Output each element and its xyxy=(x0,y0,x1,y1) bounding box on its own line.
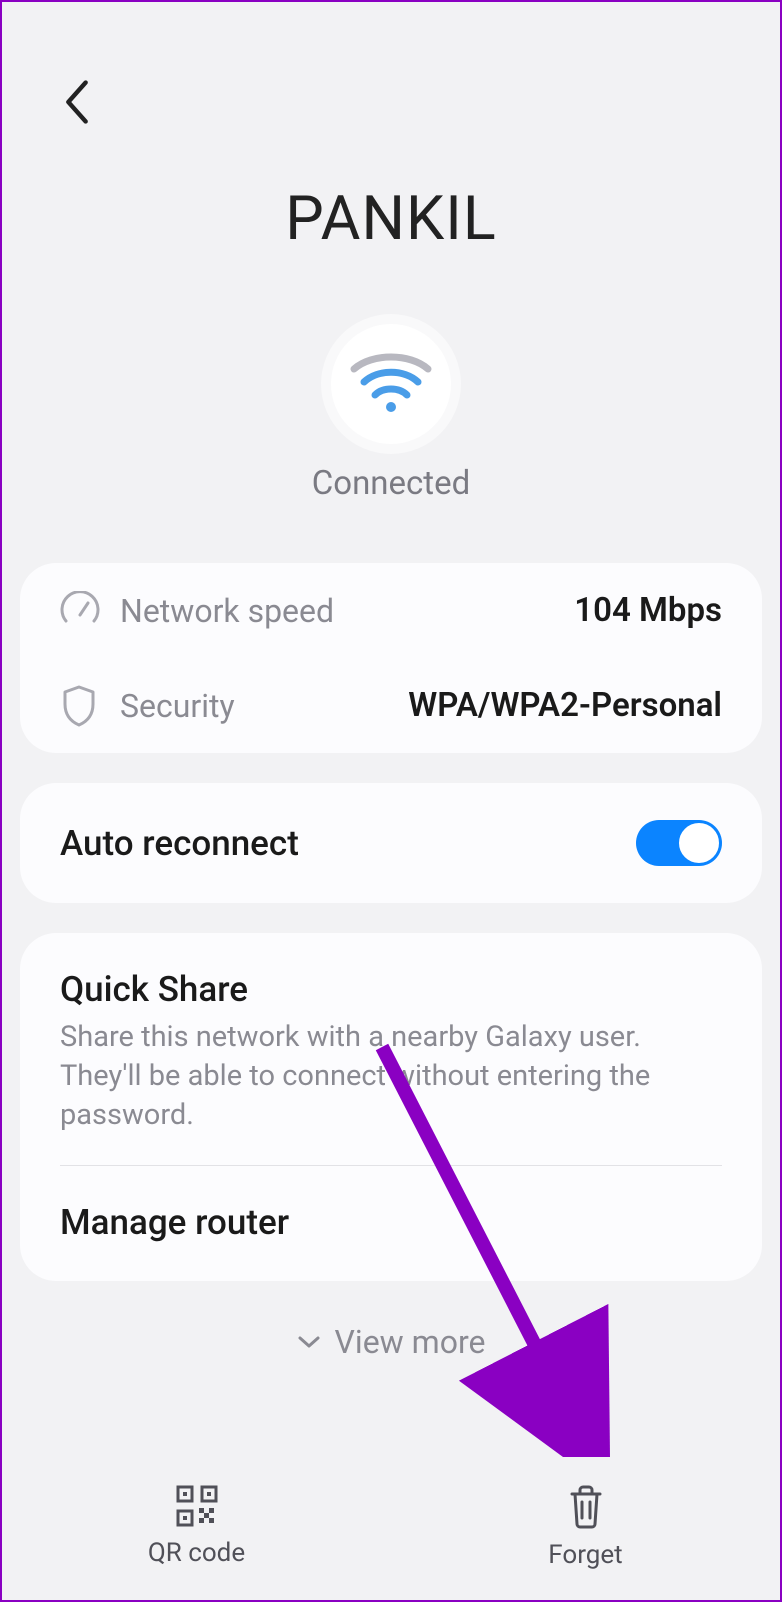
wifi-icon xyxy=(348,349,434,419)
bottom-bar: QR code Forget xyxy=(2,1484,780,1570)
network-info-card: Network speed 104 Mbps Security WPA/WPA2… xyxy=(20,563,762,753)
auto-reconnect-toggle[interactable] xyxy=(636,820,722,866)
qr-code-button[interactable]: QR code xyxy=(2,1484,391,1570)
chevron-down-icon xyxy=(297,1334,321,1350)
auto-reconnect-label: Auto reconnect xyxy=(60,823,299,864)
manage-router-item[interactable]: Manage router xyxy=(60,1166,722,1281)
back-button[interactable] xyxy=(52,72,102,132)
speedometer-icon xyxy=(60,591,100,631)
toggle-thumb xyxy=(678,822,720,864)
quick-share-desc: Share this network with a nearby Galaxy … xyxy=(60,1018,722,1135)
network-speed-label: Network speed xyxy=(120,592,334,630)
auto-reconnect-row[interactable]: Auto reconnect xyxy=(60,783,722,903)
forget-label: Forget xyxy=(548,1540,622,1570)
forget-button[interactable]: Forget xyxy=(391,1484,780,1570)
qr-code-icon xyxy=(175,1484,219,1528)
trash-icon xyxy=(566,1484,606,1530)
network-speed-row: Network speed 104 Mbps xyxy=(60,563,722,658)
actions-card: Quick Share Share this network with a ne… xyxy=(20,933,762,1281)
chevron-left-icon xyxy=(64,80,90,124)
manage-router-title: Manage router xyxy=(60,1202,722,1243)
auto-reconnect-card: Auto reconnect xyxy=(20,783,762,903)
security-value: WPA/WPA2-Personal xyxy=(408,686,722,725)
quick-share-title: Quick Share xyxy=(60,969,722,1010)
wifi-status-icon-wrap xyxy=(331,324,451,444)
security-label: Security xyxy=(120,687,235,725)
view-more-button[interactable]: View more xyxy=(2,1323,780,1361)
qr-code-label: QR code xyxy=(148,1538,245,1568)
quick-share-item[interactable]: Quick Share Share this network with a ne… xyxy=(60,933,722,1165)
security-row: Security WPA/WPA2-Personal xyxy=(60,658,722,753)
network-name: PANKIL xyxy=(2,182,780,254)
shield-icon xyxy=(60,684,98,728)
network-speed-value: 104 Mbps xyxy=(574,591,722,630)
view-more-label: View more xyxy=(335,1323,486,1361)
connection-status: Connected xyxy=(2,464,780,503)
